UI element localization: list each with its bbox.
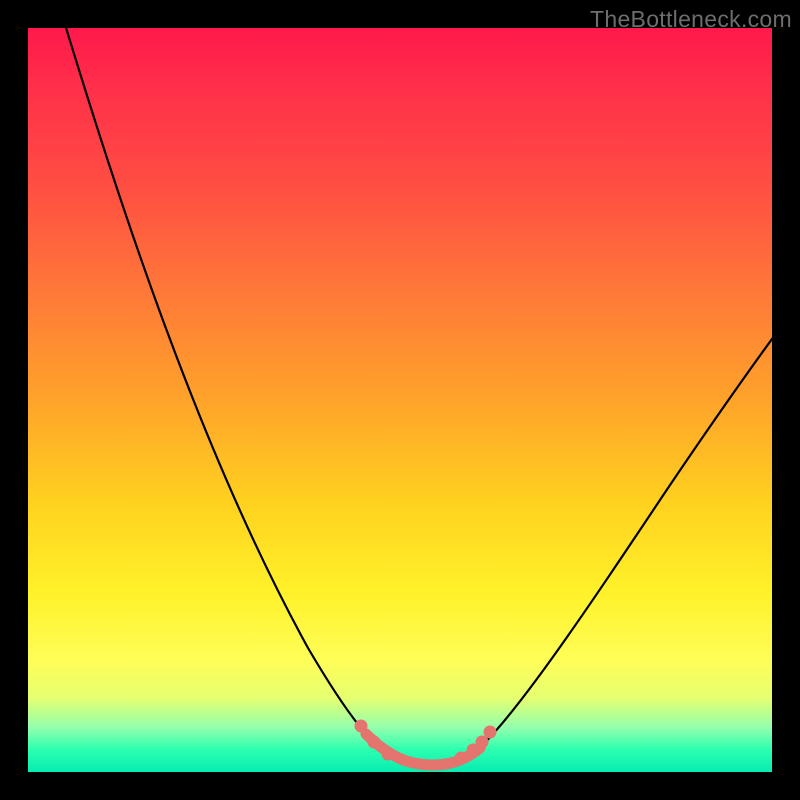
- chart-frame: TheBottleneck.com: [0, 0, 800, 800]
- marker-dot: [484, 726, 497, 739]
- watermark-text: TheBottleneck.com: [590, 6, 792, 33]
- bottleneck-curve-svg: [28, 28, 772, 772]
- marker-dot: [355, 720, 368, 733]
- plot-area: [28, 28, 772, 772]
- curve-left-arm: [63, 28, 398, 760]
- marker-dot: [368, 736, 381, 749]
- curve-right-arm: [470, 328, 772, 756]
- marker-dot: [455, 752, 468, 765]
- marker-dot: [382, 748, 395, 761]
